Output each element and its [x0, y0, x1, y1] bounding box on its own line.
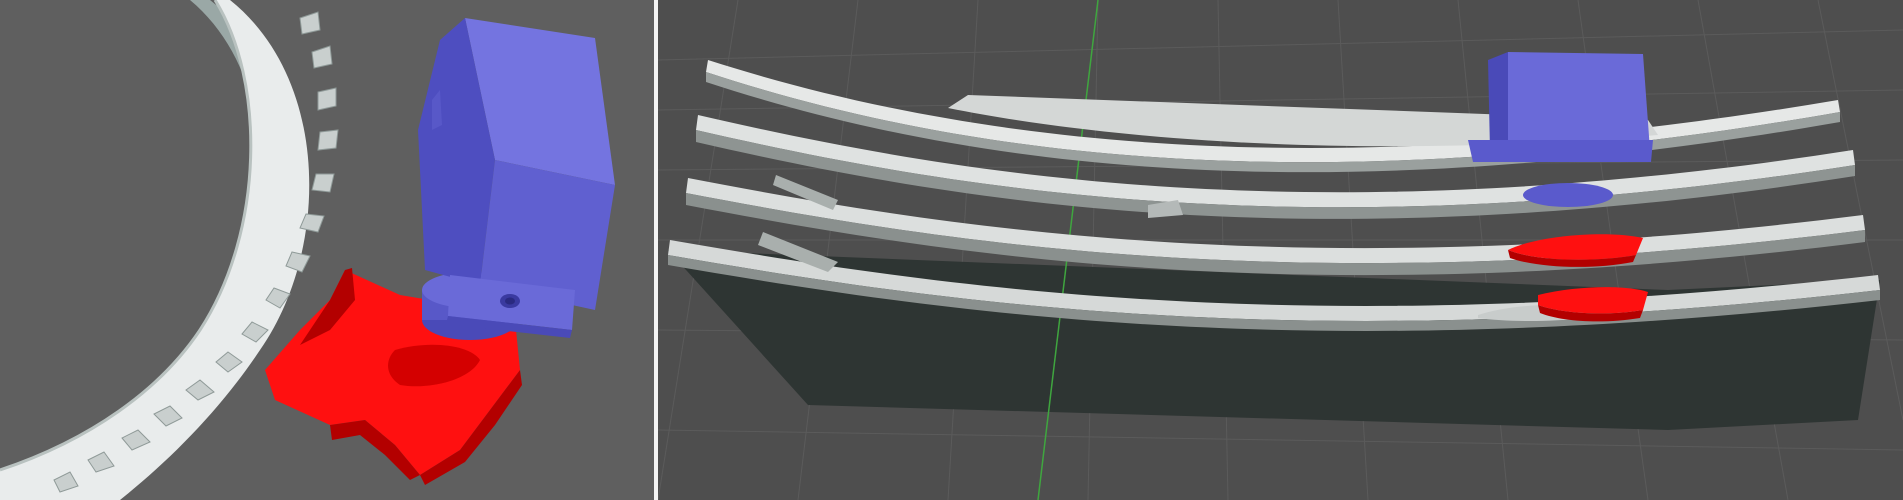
viewport-right[interactable]	[658, 0, 1903, 500]
servo-body[interactable]	[418, 18, 615, 310]
viewport-right-canvas[interactable]	[658, 0, 1903, 500]
viewport-left[interactable]	[0, 0, 654, 500]
servo-horn-side[interactable]	[1523, 183, 1613, 207]
gear-ring[interactable]	[0, 0, 310, 500]
red-arm-lower[interactable]	[1538, 287, 1648, 322]
servo-body-side[interactable]	[1468, 52, 1653, 162]
viewport-left-canvas[interactable]	[0, 0, 654, 500]
red-arm-upper[interactable]	[1508, 234, 1643, 267]
